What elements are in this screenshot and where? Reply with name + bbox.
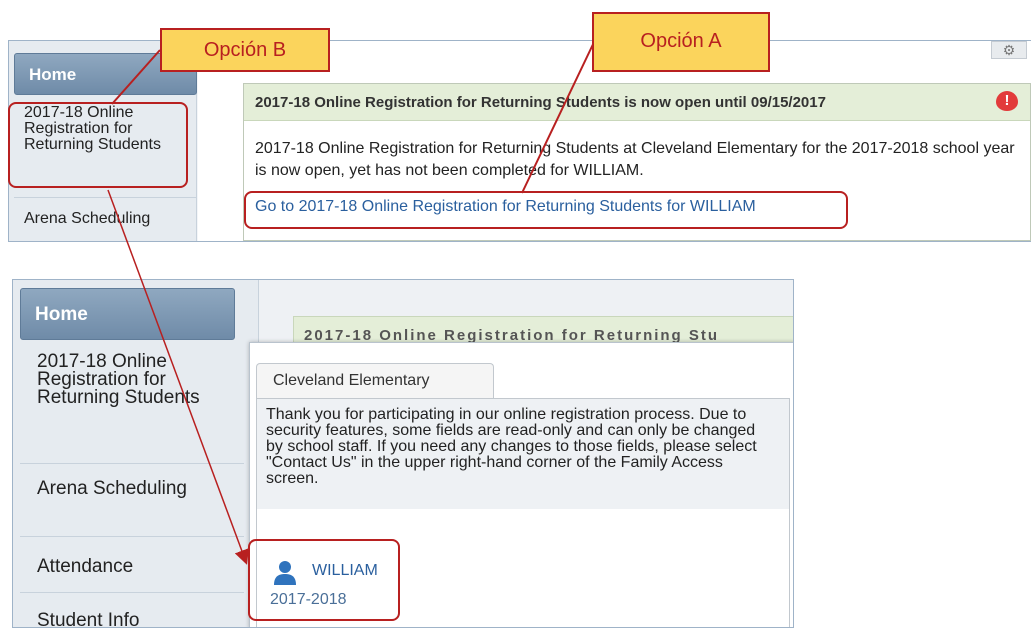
divider: [14, 197, 197, 198]
sidebar-item-arena-scheduling[interactable]: Arena Scheduling: [37, 478, 237, 500]
sidebar-item-student-info[interactable]: Student Info: [37, 610, 237, 627]
sidebar: Home 2017-18 Online Registration for Ret…: [13, 280, 259, 627]
bottom-screenshot: Home 2017-18 Online Registration for Ret…: [12, 279, 794, 628]
callout-option-b: Opción B: [160, 28, 330, 72]
callout-option-a: Opción A: [592, 12, 770, 72]
sidebar-item-arena-scheduling[interactable]: Arena Scheduling: [24, 211, 184, 227]
highlight-student: [248, 539, 400, 621]
divider: [20, 463, 244, 464]
divider: [20, 592, 244, 593]
popup-message: Thank you for participating in our onlin…: [266, 406, 757, 487]
divider: [20, 536, 244, 537]
alert-header: 2017-18 Online Registration for Returnin…: [244, 84, 1030, 121]
alert-body: 2017-18 Online Registration for Returnin…: [255, 140, 1015, 179]
sidebar-item-attendance[interactable]: Attendance: [37, 556, 237, 578]
tab-cleveland-elementary[interactable]: Cleveland Elementary: [256, 363, 494, 399]
sidebar-item-online-registration[interactable]: 2017-18 Online Registration for Returnin…: [37, 352, 237, 407]
sidebar-item-home[interactable]: Home: [20, 288, 235, 340]
highlight-registration-link: [244, 191, 848, 229]
exclamation-icon: !: [996, 91, 1018, 111]
gear-icon[interactable]: ⚙: [991, 41, 1027, 59]
alert-title: 2017-18 Online Registration for Returnin…: [255, 94, 826, 111]
highlight-sidebar-item: [8, 102, 188, 188]
